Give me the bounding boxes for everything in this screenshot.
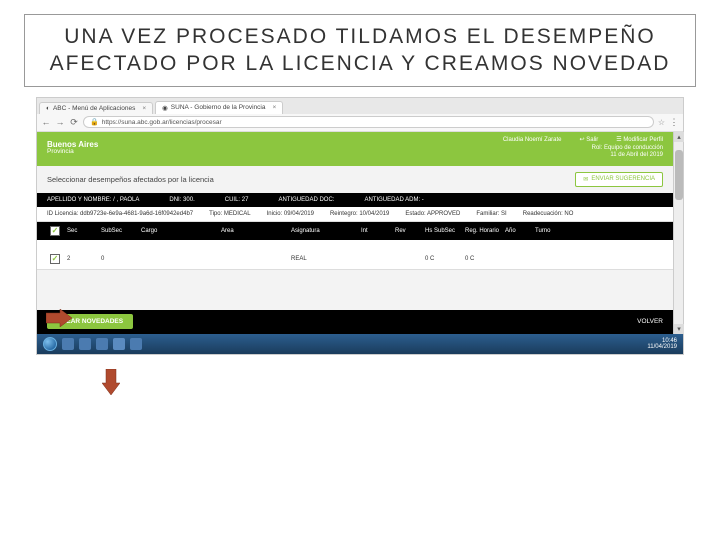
mail-icon: ✉ (583, 176, 588, 183)
whiteout (37, 240, 673, 249)
browser-tab-abc[interactable]: ◐ ABC - Menú de Aplicaciones × (39, 102, 153, 114)
slide-title: UNA VEZ PROCESADO TILDAMOS EL DESEMPEÑO … (37, 23, 683, 78)
col-cargo: Cargo (141, 228, 221, 234)
table-header: ✓ Sec SubSec Cargo Area Asignatura Int R… (37, 222, 673, 240)
globe-icon: ◐ (46, 105, 50, 112)
col-area: Area (221, 228, 291, 234)
license-readec: Readecuación: NO (523, 211, 574, 217)
sugerencia-label: ENVIAR SUGERENCIA (591, 176, 655, 182)
antig-adm-label: ANTIGUEDAD ADM: - (364, 197, 423, 203)
cell-hss: 0 C (425, 256, 465, 262)
cell-reg: 0 C (465, 256, 505, 262)
logout-icon: ↩ (580, 137, 585, 143)
close-icon[interactable]: × (142, 105, 146, 112)
license-type: Tipo: MEDICAL (209, 211, 250, 217)
tab-label: ABC - Menú de Aplicaciones (53, 105, 135, 112)
scroll-thumb[interactable] (675, 150, 683, 200)
user-info: Claudia Noemí Zarate ↩ Salir ☰ Modificar… (503, 137, 663, 160)
tab-label: SUNA - Gobierno de la Provincia (171, 104, 266, 111)
user-role: Rol: Equipo de conducción (503, 145, 663, 153)
taskbar-icon-explorer[interactable] (62, 338, 74, 350)
col-subsec: SubSec (101, 228, 141, 234)
lock-icon: 🔒 (90, 118, 99, 126)
volver-link[interactable]: VOLVER (637, 318, 663, 325)
cell-asig: REAL (291, 256, 361, 262)
send-suggestion-button[interactable]: ✉ ENVIAR SUGERENCIA (575, 172, 663, 187)
license-id: ID Licencia: ddb9723e-6e9a-4681-9a6d-16f… (47, 211, 193, 217)
bottom-action-bar: CREAR NOVEDADES VOLVER (37, 310, 673, 334)
cell-subsec: 0 (101, 256, 141, 262)
antig-doc-label: ANTIGUEDAD DOC: (278, 197, 334, 203)
slide-title-box: UNA VEZ PROCESADO TILDAMOS EL DESEMPEÑO … (24, 14, 696, 87)
clock-date: 11/04/2019 (647, 344, 677, 350)
col-rev: Rev (395, 228, 425, 234)
menu-icon[interactable]: ⋮ (669, 117, 679, 127)
back-icon[interactable]: ← (41, 117, 51, 127)
taskbar-icon-chrome[interactable] (113, 338, 125, 350)
page-content: Buenos Aires Provincia Claudia Noemí Zar… (37, 132, 673, 334)
logout-link[interactable]: ↩ Salir (580, 137, 599, 145)
system-tray[interactable]: 10:46 11/04/2019 (647, 338, 677, 350)
apellido-label: APELLIDO Y NOMBRE: / , PAOLA (47, 197, 139, 203)
license-start: Inicio: 09/04/2019 (267, 211, 314, 217)
row-checkbox-col: ✓ (43, 254, 67, 264)
address-bar: ← → ⟳ 🔒 https://suna.abc.gob.ar/licencia… (37, 114, 683, 132)
brand-line2: Provincia (47, 149, 98, 156)
modify-profile-link[interactable]: ☰ Modificar Perfil (616, 137, 663, 145)
annotation-arrow-right (46, 309, 72, 327)
close-icon[interactable]: × (272, 104, 276, 111)
subtitle-row: Seleccionar desempeños afectados por la … (37, 166, 673, 193)
col-turno: Turno (535, 228, 565, 234)
browser-tab-suna[interactable]: ◉ SUNA - Gobierno de la Provincia × (155, 101, 283, 114)
windows-taskbar: 10:46 11/04/2019 (37, 334, 683, 354)
dni-label: DNI: 300. (169, 197, 194, 203)
spacer (37, 270, 673, 310)
license-family: Familiar: SI (476, 211, 506, 217)
page-subtitle: Seleccionar desempeños afectados por la … (47, 175, 214, 184)
forward-icon[interactable]: → (55, 117, 65, 127)
vertical-scrollbar[interactable]: ▴ ▾ (673, 132, 683, 334)
tab-bar: ◐ ABC - Menú de Aplicaciones × ◉ SUNA - … (37, 98, 683, 114)
row-checkbox[interactable]: ✓ (50, 254, 60, 264)
browser-window: ◐ ABC - Menú de Aplicaciones × ◉ SUNA - … (36, 97, 684, 355)
license-return: Reintegro: 10/04/2019 (330, 211, 389, 217)
table-row: ✓ 2 0 REAL 0 C 0 C (37, 249, 673, 270)
col-hssubsec: Hs SubSec (425, 228, 465, 234)
person-info-bar: APELLIDO Y NOMBRE: / , PAOLA DNI: 300. C… (37, 193, 673, 207)
col-ano: Año (505, 228, 535, 234)
reload-icon[interactable]: ⟳ (69, 117, 79, 127)
taskbar-icon-app3[interactable] (130, 338, 142, 350)
taskbar-icon-app2[interactable] (96, 338, 108, 350)
url-field[interactable]: 🔒 https://suna.abc.gob.ar/licencias/proc… (83, 116, 654, 128)
license-status: Estado: APPROVED (405, 211, 460, 217)
start-button[interactable] (43, 337, 57, 351)
annotation-arrow-down (102, 369, 120, 395)
col-sec: Sec (67, 228, 101, 234)
cell-sec: 2 (67, 256, 101, 262)
bookmark-icon[interactable]: ☆ (658, 118, 665, 127)
globe-icon: ◉ (162, 104, 168, 112)
url-text: https://suna.abc.gob.ar/licencias/proces… (102, 119, 222, 126)
user-name: Claudia Noemí Zarate (503, 137, 562, 145)
profile-icon: ☰ (616, 137, 621, 143)
scroll-down-icon[interactable]: ▾ (674, 324, 684, 334)
taskbar-icon-app1[interactable] (79, 338, 91, 350)
page-content-wrap: Buenos Aires Provincia Claudia Noemí Zar… (37, 132, 683, 334)
col-int: Int (361, 228, 395, 234)
site-logo: Buenos Aires Provincia (47, 141, 98, 156)
checkbox-header-col: ✓ (43, 226, 67, 236)
select-all-checkbox[interactable]: ✓ (50, 226, 60, 236)
cuil-label: CUIL: 27 (225, 197, 249, 203)
license-info-row: ID Licencia: ddb9723e-6e9a-4681-9a6d-16f… (37, 207, 673, 222)
taskbar-left (43, 337, 142, 351)
col-asignatura: Asignatura (291, 228, 361, 234)
scroll-up-icon[interactable]: ▴ (674, 132, 684, 142)
header-date: 11 de Abril del 2019 (503, 152, 663, 160)
site-header: Buenos Aires Provincia Claudia Noemí Zar… (37, 132, 673, 166)
col-reghorario: Reg. Horario (465, 228, 505, 234)
